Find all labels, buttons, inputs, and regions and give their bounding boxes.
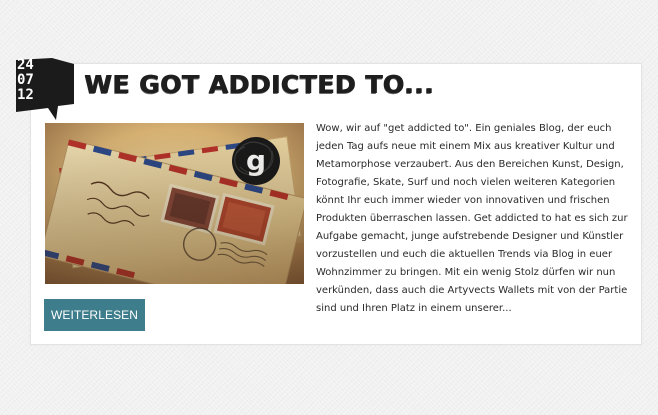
date-day: 24 <box>17 57 34 73</box>
date-year: 12 <box>17 87 34 103</box>
post-image[interactable]: g <box>45 123 304 284</box>
post-title[interactable]: WE GOT ADDICTED TO... <box>84 68 434 102</box>
read-more-button[interactable]: WEITERLESEN <box>44 299 145 331</box>
envelope-photo: g <box>45 123 304 284</box>
date-badge: 24 07 12 <box>16 58 74 120</box>
date-month: 07 <box>17 72 34 88</box>
post-date: 24 07 12 <box>16 58 56 103</box>
post-excerpt: Wow, wir auf "get addicted to". Ein geni… <box>316 123 628 314</box>
